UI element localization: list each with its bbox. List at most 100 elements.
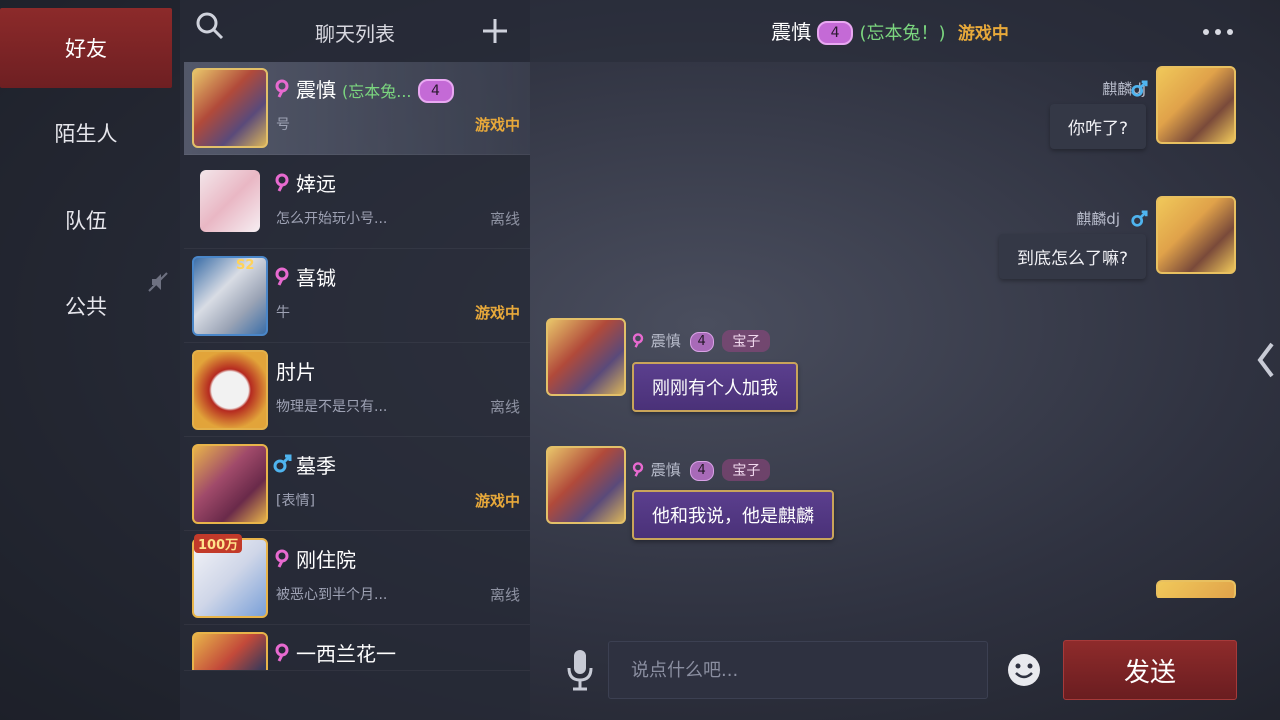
chat-list-item[interactable]: S2 喜铖 牛 游戏中 bbox=[184, 250, 530, 343]
male-icon bbox=[1131, 210, 1148, 227]
conversation-remark: (忘本兔！) bbox=[859, 23, 946, 44]
avatar-frame-badge: 100万 bbox=[194, 534, 243, 553]
message-bubble: 刚刚有个人加我 bbox=[632, 362, 798, 412]
female-icon bbox=[632, 462, 644, 477]
contact-name-text: 震慎 bbox=[296, 78, 336, 102]
contact-name: 刚住院 bbox=[296, 544, 356, 573]
tab-friends-label: 好友 bbox=[65, 37, 107, 61]
chat-list-title: 聊天列表 bbox=[315, 22, 395, 46]
contact-name-text: 婞远 bbox=[296, 172, 336, 196]
send-button[interactable]: 发送 bbox=[1063, 640, 1237, 700]
chat-list-item[interactable]: 婞远 怎么开始玩小号... 离线 bbox=[184, 156, 530, 249]
contact-name: 婞远 bbox=[296, 168, 336, 197]
level-badge: 4 bbox=[817, 21, 854, 45]
female-icon bbox=[275, 643, 289, 662]
status-badge: 游戏中 bbox=[474, 492, 520, 510]
contact-name: 震慎 (忘本兔... 4 bbox=[296, 74, 454, 103]
message-bubble: 你咋了? bbox=[1049, 104, 1146, 149]
contact-name-text: 肘片 bbox=[276, 360, 316, 384]
contact-name-text: 墓季 bbox=[296, 454, 336, 478]
chat-list-item[interactable]: 墓季 [表情] 游戏中 bbox=[184, 438, 530, 531]
level-badge: 4 bbox=[417, 79, 454, 103]
avatar bbox=[200, 170, 260, 232]
message-area[interactable]: 麒麟dj 你咋了? 麒麟dj 到底怎么了嘛? 震慎 4 宝子 刚刚有个人加我 震… bbox=[530, 62, 1250, 598]
female-icon bbox=[275, 79, 289, 98]
female-icon bbox=[275, 173, 289, 192]
chat-list-item[interactable]: 肘片 物理是不是只有... 离线 bbox=[184, 344, 530, 437]
female-icon bbox=[632, 333, 644, 348]
title-tag: 宝子 bbox=[722, 459, 771, 481]
more-icon[interactable] bbox=[1200, 22, 1236, 42]
contact-name: 肘片 bbox=[276, 356, 316, 385]
avatar[interactable] bbox=[1156, 196, 1236, 274]
chevron-left-icon[interactable] bbox=[1254, 340, 1278, 380]
avatar[interactable] bbox=[546, 446, 626, 524]
message-preview: 怎么开始玩小号... bbox=[276, 211, 388, 227]
chat-list-item[interactable]: 震慎 (忘本兔... 4 号 游戏中 bbox=[184, 62, 530, 155]
message-preview: 被恶心到半个月... bbox=[276, 587, 388, 603]
message-preview: 号 bbox=[276, 117, 290, 133]
status-badge: 离线 bbox=[489, 586, 520, 604]
tab-team[interactable]: 队伍 bbox=[0, 180, 172, 260]
status-badge: 离线 bbox=[489, 398, 520, 416]
avatar bbox=[192, 256, 268, 336]
conversation-header: 震慎 4 (忘本兔！) 游戏中 bbox=[530, 0, 1250, 62]
tab-strangers[interactable]: 陌生人 bbox=[0, 93, 172, 173]
conversation-name: 震慎 bbox=[771, 20, 812, 44]
message-input[interactable] bbox=[629, 658, 967, 682]
chat-list-item[interactable]: 一西兰花一 bbox=[184, 626, 530, 671]
contact-name: 一西兰花一 bbox=[296, 638, 396, 667]
title-tag: 宝子 bbox=[722, 330, 771, 352]
tab-public-label: 公共 bbox=[65, 295, 107, 319]
status-badge: 游戏中 bbox=[957, 24, 1009, 44]
contact-remark: (忘本兔... bbox=[342, 82, 412, 101]
contact-name: 墓季 bbox=[296, 450, 336, 479]
status-badge: 游戏中 bbox=[474, 304, 520, 322]
add-icon[interactable] bbox=[480, 16, 510, 46]
contact-name-text: 喜铖 bbox=[296, 266, 336, 290]
tab-strangers-label: 陌生人 bbox=[54, 122, 118, 146]
tab-team-label: 队伍 bbox=[65, 209, 107, 233]
message-preview: 牛 bbox=[276, 305, 290, 321]
sender-name: 麒麟dj bbox=[1076, 210, 1120, 228]
message-input-box[interactable] bbox=[608, 641, 988, 699]
mute-icon bbox=[148, 272, 168, 292]
avatar[interactable] bbox=[546, 318, 626, 396]
message-preview: [表情] bbox=[276, 493, 315, 509]
avatar bbox=[192, 632, 268, 670]
avatar bbox=[192, 350, 268, 430]
avatar[interactable] bbox=[1156, 66, 1236, 144]
avatar bbox=[192, 68, 268, 148]
category-nav: 好友 陌生人 队伍 公共 bbox=[0, 0, 180, 720]
message-sender: 震慎 4 宝子 bbox=[630, 459, 771, 481]
message-bubble: 他和我说，他是麒麟 bbox=[632, 490, 834, 540]
chat-list-item[interactable]: 100万 刚住院 被恶心到半个月... 离线 bbox=[184, 532, 530, 625]
message-bubble: 到底怎么了嘛? bbox=[998, 234, 1146, 279]
chat-list-header: 聊天列表 bbox=[180, 0, 530, 62]
message-preview: 物理是不是只有... bbox=[276, 399, 388, 415]
chat-list-panel: 聊天列表 震慎 (忘本兔... 4 号 游戏中 婞远 怎么开始玩小号... 离线 S… bbox=[180, 0, 530, 720]
status-badge: 游戏中 bbox=[474, 116, 520, 134]
contact-name: 喜铖 bbox=[296, 262, 336, 291]
emoji-icon[interactable] bbox=[1006, 652, 1042, 688]
message-sender: 麒麟dj bbox=[1076, 208, 1120, 229]
level-badge: 4 bbox=[689, 331, 714, 352]
contact-name-text: 刚住院 bbox=[296, 548, 356, 572]
level-badge: 4 bbox=[689, 460, 714, 481]
conversation-title: 震慎 4 (忘本兔！) 游戏中 bbox=[530, 16, 1250, 45]
male-icon bbox=[273, 454, 292, 473]
avatar bbox=[1156, 580, 1236, 598]
avatar-frame-badge: S2 bbox=[236, 258, 255, 273]
sender-name: 震慎 bbox=[650, 461, 681, 479]
status-badge: 离线 bbox=[489, 210, 520, 228]
microphone-icon[interactable] bbox=[564, 646, 596, 694]
female-icon bbox=[275, 267, 289, 286]
contact-name-text: 一西兰花一 bbox=[296, 642, 396, 666]
tab-friends[interactable]: 好友 bbox=[0, 8, 172, 88]
send-button-label: 发送 bbox=[1123, 657, 1176, 688]
avatar bbox=[192, 444, 268, 524]
female-icon bbox=[275, 549, 289, 568]
message-sender: 震慎 4 宝子 bbox=[630, 330, 771, 352]
male-icon bbox=[1131, 80, 1148, 97]
sender-name: 震慎 bbox=[650, 332, 681, 350]
